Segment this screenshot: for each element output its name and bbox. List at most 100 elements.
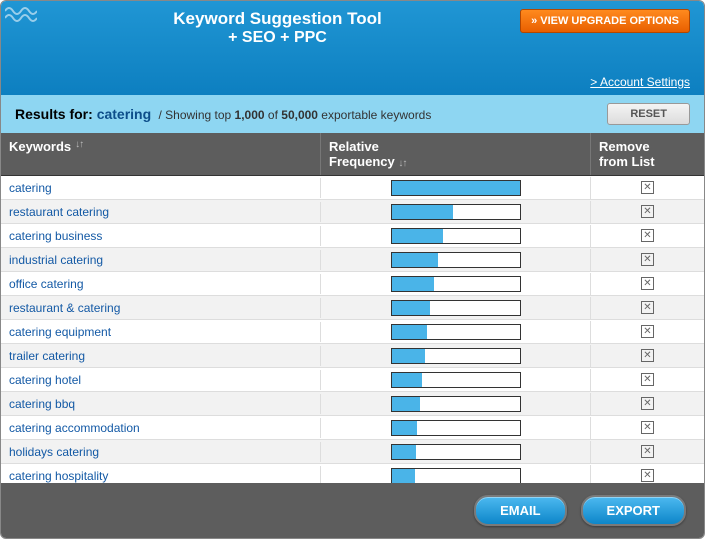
keyword-cell[interactable]: holidays catering bbox=[1, 442, 321, 462]
remove-icon[interactable]: ✕ bbox=[641, 229, 654, 242]
table-row: restaurant catering ✕ bbox=[1, 200, 704, 224]
column-header-frequency[interactable]: Relative Frequency ↓↑ bbox=[321, 133, 591, 175]
keyword-cell[interactable]: restaurant catering bbox=[1, 202, 321, 222]
remove-icon[interactable]: ✕ bbox=[641, 421, 654, 434]
remove-cell: ✕ bbox=[591, 250, 704, 269]
keyword-cell[interactable]: catering hotel bbox=[1, 370, 321, 390]
table-row: catering business ✕ bbox=[1, 224, 704, 248]
frequency-bar-fill bbox=[392, 277, 434, 291]
remove-cell: ✕ bbox=[591, 418, 704, 437]
frequency-bar-fill bbox=[392, 445, 416, 459]
frequency-cell bbox=[321, 297, 591, 319]
table-row: catering ✕ bbox=[1, 176, 704, 200]
frequency-bar bbox=[391, 276, 521, 292]
results-term: catering bbox=[97, 106, 151, 122]
remove-icon[interactable]: ✕ bbox=[641, 181, 654, 194]
view-upgrade-button[interactable]: » VIEW UPGRADE OPTIONS bbox=[520, 9, 690, 33]
frequency-bar-fill bbox=[392, 421, 418, 435]
frequency-cell bbox=[321, 345, 591, 367]
reset-button[interactable]: RESET bbox=[607, 103, 690, 125]
column-keywords-label: Keywords bbox=[9, 139, 71, 154]
title-line1: Keyword Suggestion Tool bbox=[45, 9, 510, 28]
table-row: industrial catering ✕ bbox=[1, 248, 704, 272]
title-line2: + SEO + PPC bbox=[45, 28, 510, 47]
frequency-bar bbox=[391, 396, 521, 412]
frequency-bar-fill bbox=[392, 181, 520, 195]
frequency-bar bbox=[391, 204, 521, 220]
keyword-cell[interactable]: catering bbox=[1, 178, 321, 198]
frequency-bar bbox=[391, 180, 521, 196]
frequency-bar bbox=[391, 252, 521, 268]
remove-cell: ✕ bbox=[591, 202, 704, 221]
keyword-cell[interactable]: catering business bbox=[1, 226, 321, 246]
remove-cell: ✕ bbox=[591, 178, 704, 197]
remove-cell: ✕ bbox=[591, 370, 704, 389]
remove-cell: ✕ bbox=[591, 442, 704, 461]
app-window: Keyword Suggestion Tool + SEO + PPC » VI… bbox=[0, 0, 705, 539]
keyword-cell[interactable]: trailer catering bbox=[1, 346, 321, 366]
frequency-cell bbox=[321, 417, 591, 439]
remove-icon[interactable]: ✕ bbox=[641, 325, 654, 338]
frequency-cell bbox=[321, 225, 591, 247]
keyword-cell[interactable]: industrial catering bbox=[1, 250, 321, 270]
frequency-cell bbox=[321, 273, 591, 295]
frequency-cell bbox=[321, 465, 591, 484]
frequency-cell bbox=[321, 393, 591, 415]
results-subtext: / Showing top 1,000 of 50,000 exportable… bbox=[155, 108, 431, 122]
frequency-cell bbox=[321, 249, 591, 271]
column-remove-label1: Remove bbox=[599, 139, 650, 154]
account-settings-link[interactable]: > Account Settings bbox=[15, 75, 690, 89]
column-remove-label2: from List bbox=[599, 154, 655, 169]
remove-icon[interactable]: ✕ bbox=[641, 277, 654, 290]
frequency-bar bbox=[391, 324, 521, 340]
export-button[interactable]: EXPORT bbox=[581, 495, 686, 526]
frequency-cell bbox=[321, 369, 591, 391]
frequency-bar-fill bbox=[392, 469, 415, 483]
remove-icon[interactable]: ✕ bbox=[641, 253, 654, 266]
sort-arrows-icon[interactable]: ↓↑ bbox=[398, 158, 406, 169]
table-row: restaurant & catering ✕ bbox=[1, 296, 704, 320]
header: Keyword Suggestion Tool + SEO + PPC » VI… bbox=[1, 1, 704, 95]
column-header-keywords[interactable]: Keywords ↓↑ bbox=[1, 133, 321, 175]
frequency-bar-fill bbox=[392, 397, 420, 411]
table-row: catering hotel ✕ bbox=[1, 368, 704, 392]
frequency-bar-fill bbox=[392, 229, 443, 243]
keyword-cell[interactable]: catering equipment bbox=[1, 322, 321, 342]
table-row: office catering ✕ bbox=[1, 272, 704, 296]
column-freq-label1: Relative bbox=[329, 139, 379, 154]
results-bar: Results for: catering / Showing top 1,00… bbox=[1, 95, 704, 133]
footer: EMAIL EXPORT bbox=[1, 483, 704, 538]
results-label: Results for: bbox=[15, 106, 97, 122]
table-body[interactable]: catering✕restaurant catering✕catering bu… bbox=[1, 176, 704, 483]
remove-icon[interactable]: ✕ bbox=[641, 469, 654, 482]
remove-cell: ✕ bbox=[591, 322, 704, 341]
remove-icon[interactable]: ✕ bbox=[641, 301, 654, 314]
remove-cell: ✕ bbox=[591, 466, 704, 483]
remove-icon[interactable]: ✕ bbox=[641, 445, 654, 458]
remove-icon[interactable]: ✕ bbox=[641, 397, 654, 410]
remove-icon[interactable]: ✕ bbox=[641, 205, 654, 218]
frequency-bar-fill bbox=[392, 253, 438, 267]
frequency-bar bbox=[391, 300, 521, 316]
remove-icon[interactable]: ✕ bbox=[641, 373, 654, 386]
keyword-cell[interactable]: catering accommodation bbox=[1, 418, 321, 438]
keyword-cell[interactable]: restaurant & catering bbox=[1, 298, 321, 318]
table-row: catering bbq ✕ bbox=[1, 392, 704, 416]
sort-arrows-icon[interactable]: ↓↑ bbox=[75, 139, 83, 150]
keyword-cell[interactable]: catering bbq bbox=[1, 394, 321, 414]
frequency-bar bbox=[391, 420, 521, 436]
frequency-bar-fill bbox=[392, 373, 423, 387]
frequency-bar bbox=[391, 228, 521, 244]
frequency-cell bbox=[321, 441, 591, 463]
frequency-bar bbox=[391, 372, 521, 388]
table-row: catering hospitality ✕ bbox=[1, 464, 704, 483]
table-row: catering equipment ✕ bbox=[1, 320, 704, 344]
column-freq-label2: Frequency bbox=[329, 154, 395, 169]
results-text: Results for: catering / Showing top 1,00… bbox=[15, 106, 431, 122]
email-button[interactable]: EMAIL bbox=[474, 495, 566, 526]
keyword-cell[interactable]: office catering bbox=[1, 274, 321, 294]
table-header: Keywords ↓↑ Relative Frequency ↓↑ Remove… bbox=[1, 133, 704, 176]
column-header-remove: Remove from List bbox=[591, 133, 704, 175]
keyword-cell[interactable]: catering hospitality bbox=[1, 466, 321, 484]
remove-icon[interactable]: ✕ bbox=[641, 349, 654, 362]
